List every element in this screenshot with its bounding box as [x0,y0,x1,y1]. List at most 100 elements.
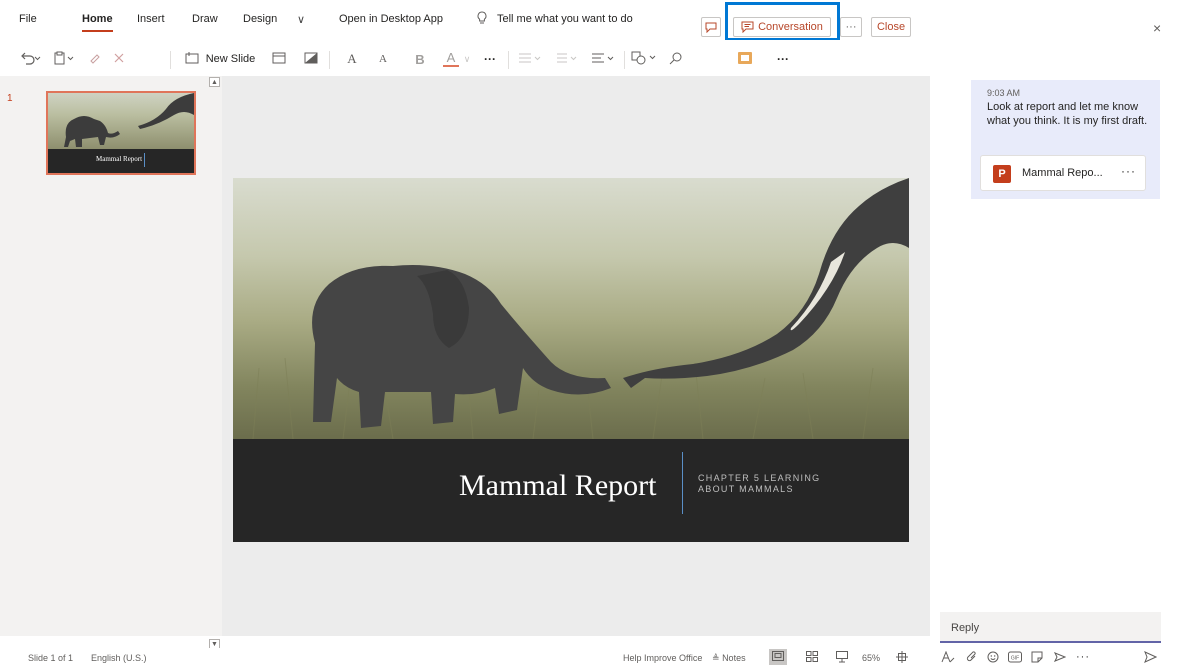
lightbulb-icon [476,11,488,28]
align-button[interactable] [590,49,618,69]
format-painter-icon [89,51,103,68]
notes-label: Notes [722,653,746,663]
conversation-button[interactable]: Conversation [733,17,831,37]
sticker-icon[interactable] [1031,649,1043,664]
search-icon [669,51,683,68]
new-slide-label: New Slide [205,53,256,65]
open-desktop-app-button[interactable]: Open in Desktop App [339,13,443,25]
menu-design[interactable]: Design [243,13,277,25]
close-x-icon [113,52,125,67]
send-icon[interactable] [1144,649,1157,664]
grow-font-button[interactable]: A [345,49,359,69]
notes-button[interactable]: ≜ Notes [712,653,746,664]
menu-draw[interactable]: Draw [192,13,218,25]
help-improve-link[interactable]: Help Improve Office [623,653,702,663]
shapes-button[interactable] [630,49,660,69]
thumbnail-scrollbar[interactable]: ▲ ▼ [207,76,222,649]
find-button[interactable] [667,49,685,69]
fit-to-window-icon [896,651,908,665]
tell-me-search[interactable]: Tell me what you want to do [497,13,633,25]
delete-button[interactable] [111,49,127,69]
menu-bar: File Home Insert Draw Design ∨ Open in D… [0,0,1193,40]
undo-button[interactable] [18,49,44,69]
language-indicator[interactable]: English (U.S.) [91,653,147,663]
undo-icon [20,51,42,68]
designer-icon [737,51,753,68]
slide-title[interactable]: Mammal Report [459,469,656,503]
conversation-icon [741,21,754,33]
scroll-up-arrow[interactable]: ▲ [209,77,220,87]
notes-icon: ≜ [712,653,720,663]
attach-icon[interactable] [966,649,978,664]
normal-view-button[interactable] [769,649,787,665]
comments-button[interactable] [701,17,721,37]
slide-thumbnail[interactable]: Mammal Report [46,91,196,175]
file-more-options[interactable]: ··· [1121,164,1136,178]
layout-icon [272,52,286,67]
comment-icon [705,22,717,33]
bullets-button[interactable] [517,49,545,69]
svg-text:GIF: GIF [1011,655,1019,661]
menu-file[interactable]: File [19,13,37,25]
background-button[interactable] [302,49,320,69]
font-color-chevron[interactable]: ∨ [462,49,472,69]
slide[interactable]: Mammal Report CHAPTER 5 LEARNING ABOUT M… [233,178,909,542]
close-button[interactable]: Close [871,17,911,37]
shapes-icon [631,51,659,68]
menu-insert[interactable]: Insert [137,13,165,25]
reply-input[interactable]: Reply [940,612,1161,643]
ribbon-divider [329,51,330,69]
thumbnail-photo [48,93,194,149]
new-slide-icon [185,51,201,68]
clipboard-icon [53,51,77,68]
powerpoint-file-icon: P [993,165,1011,183]
bullet-list-icon [518,52,544,67]
presenter-view-button[interactable] [836,651,848,665]
presenter-icon [836,651,848,665]
font-color-button[interactable]: A [443,49,459,67]
fit-slide-button[interactable] [896,651,908,665]
numbering-button[interactable] [553,49,581,69]
zoom-level[interactable]: 65% [862,653,880,663]
status-bar: Slide 1 of 1 English (U.S.) Help Improve… [0,648,930,667]
layout-button[interactable] [270,49,288,69]
ribbon-toolbar: New Slide A A B A ∨ ··· ··· [0,40,930,76]
file-name: Mammal Repo... [1022,167,1103,179]
grid-icon [806,651,818,664]
slide-count: Slide 1 of 1 [28,653,74,663]
thumbnail-divider [144,153,145,167]
slide-subtitle[interactable]: CHAPTER 5 LEARNING ABOUT MAMMALS [698,473,858,495]
menu-home[interactable]: Home [82,13,113,32]
slide-title-divider [682,452,683,514]
chevron-down-icon: ∨ [463,53,471,64]
more-options-icon[interactable]: ··· [1076,649,1090,664]
thumbnail-title-band: Mammal Report [48,149,194,173]
slide-number: 1 [7,93,13,104]
shrink-font-button[interactable]: A [376,49,390,69]
normal-view-icon [772,651,784,663]
menu-more-chevron[interactable]: ∨ [297,13,305,26]
align-icon [591,52,617,67]
reply-placeholder: Reply [951,622,980,634]
numbered-list-icon [554,52,580,67]
format-painter-button[interactable] [88,49,104,69]
designer-button[interactable] [735,49,755,69]
conversation-label: Conversation [758,21,823,33]
background-icon [304,52,318,67]
file-attachment-card[interactable]: P Mammal Repo... ··· [980,155,1146,191]
slide-sorter-button[interactable] [806,651,818,664]
close-icon[interactable]: × [1153,21,1167,35]
more-options-button[interactable]: ··· [840,17,862,37]
message-timestamp: 9:03 AM [987,88,1021,98]
schedule-meeting-icon[interactable] [1054,649,1066,664]
new-slide-button[interactable]: New Slide [180,49,260,69]
ribbon-overflow-button[interactable]: ··· [773,49,793,69]
paste-button[interactable] [51,49,79,69]
emoji-icon[interactable] [987,649,999,664]
format-icon[interactable] [941,649,955,664]
ribbon-more-button[interactable]: ··· [481,49,499,69]
gif-icon[interactable]: GIF [1008,649,1022,664]
bold-button[interactable]: B [413,49,427,69]
ribbon-divider [508,51,509,69]
message-text: Look at report and let me know what you … [987,101,1148,127]
